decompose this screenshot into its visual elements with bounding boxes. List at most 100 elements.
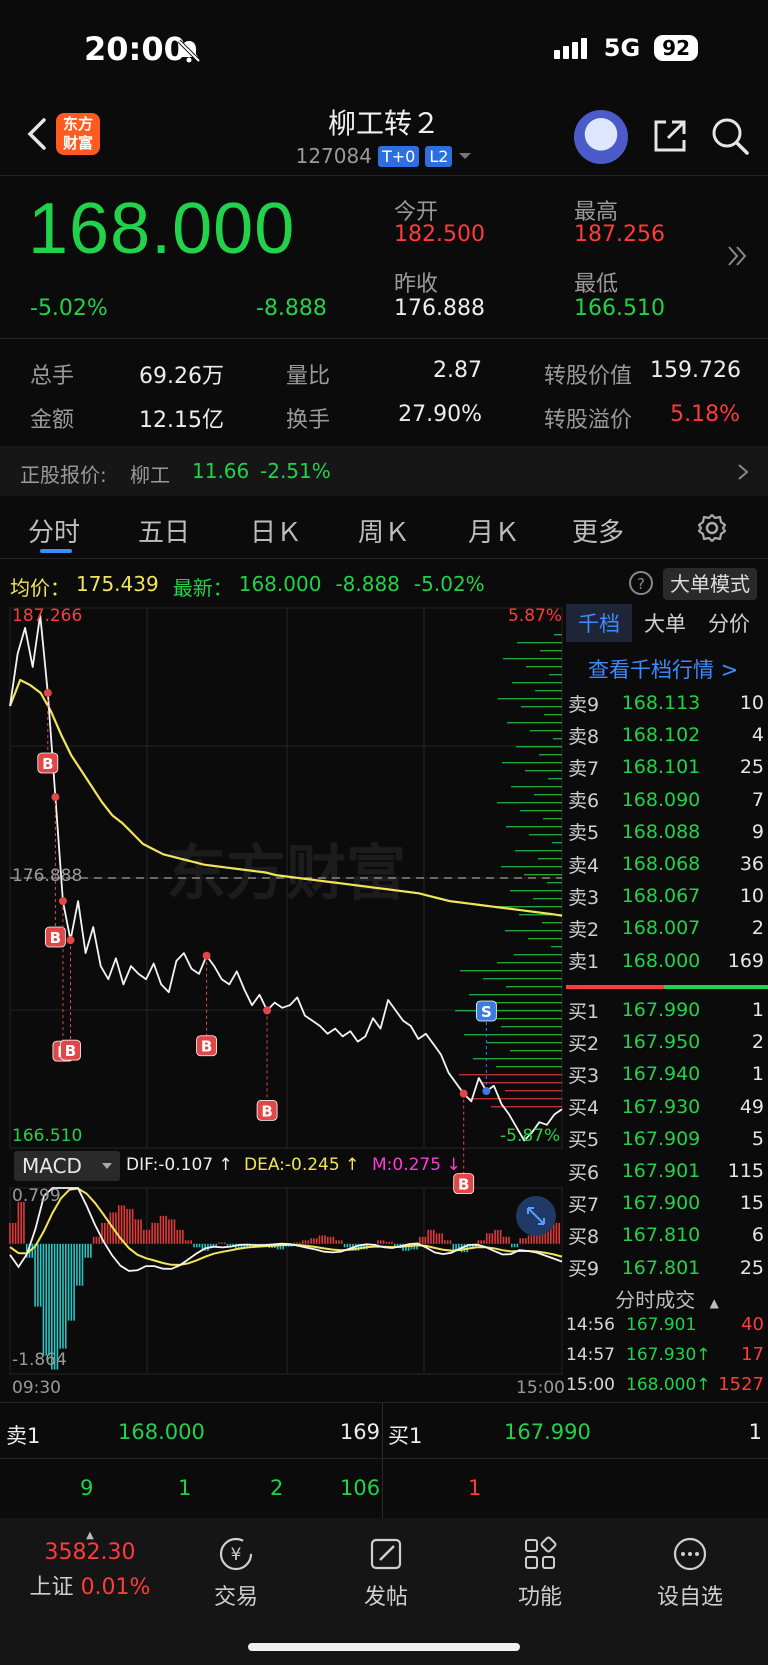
- last-label: 最新：: [172, 576, 233, 600]
- share-icon[interactable]: [650, 116, 690, 156]
- orderbook-row[interactable]: 卖1 168.000 169: [568, 945, 764, 977]
- orderbook-row[interactable]: 卖8 168.102 4: [568, 719, 764, 751]
- volume-profile-bar: [543, 818, 562, 820]
- assistant-avatar[interactable]: [574, 110, 628, 164]
- trade-marker-dot: [202, 951, 211, 960]
- nav-watchlist[interactable]: 设自选: [640, 1535, 740, 1611]
- sell-queue-item: 106: [340, 1476, 381, 1500]
- status-time: 20:00: [84, 30, 186, 68]
- volume-profile-bar: [524, 874, 562, 876]
- low-value: 166.510: [574, 296, 665, 321]
- tab-more[interactable]: 更多: [572, 512, 624, 549]
- sell-queue-item: 9: [80, 1476, 94, 1500]
- double-chevron-right-icon[interactable]: [726, 244, 748, 268]
- trade-yen-icon: ¥: [219, 1537, 253, 1571]
- orderbook-row[interactable]: 卖2 168.007 2: [568, 912, 764, 944]
- orderbook-volume: 2: [751, 917, 764, 940]
- tab-five-day[interactable]: 五日: [138, 512, 190, 549]
- tab-price-distribution[interactable]: 分价: [708, 608, 750, 638]
- help-icon[interactable]: ?: [628, 570, 654, 596]
- prev-close-label: 昨收: [394, 272, 439, 297]
- tab-thousand-levels[interactable]: 千档: [578, 608, 620, 638]
- orderbook-row[interactable]: 卖6 168.090 7: [568, 784, 764, 816]
- tab-weekly[interactable]: 周Ｋ: [358, 512, 410, 549]
- search-icon[interactable]: [710, 116, 750, 156]
- orderbook-row[interactable]: 买8 167.810 6: [568, 1219, 764, 1251]
- view-levels-link[interactable]: 查看千档行情 >: [588, 654, 738, 684]
- orderbook-row[interactable]: 买4 167.930 49: [568, 1091, 764, 1123]
- trade-marker-label: S: [481, 1003, 492, 1021]
- volume-profile-bar: [526, 666, 562, 668]
- last-price: 168.000: [28, 189, 296, 269]
- dea-label: DEA:-0.245 ↑: [244, 1155, 360, 1175]
- orderbook-price: 168.102: [621, 724, 701, 747]
- volume-profile-bar: [548, 778, 562, 780]
- indicator-select-value: MACD: [22, 1154, 82, 1178]
- orderbook-row[interactable]: 卖3 168.067 10: [568, 880, 764, 912]
- index-name: 上证: [29, 1575, 74, 1600]
- volume-profile-bar: [460, 970, 562, 972]
- orderbook-row[interactable]: 买6 167.901 115: [568, 1155, 764, 1187]
- big-order-mode-button[interactable]: 大单模式: [663, 568, 757, 600]
- intraday-chart[interactable]: 东方财富BBBBBBBS: [0, 604, 566, 1384]
- volume-profile-bar: [459, 1074, 562, 1076]
- tab-big-orders[interactable]: 大单: [644, 608, 686, 638]
- orderbook-label: 买3: [568, 1064, 600, 1087]
- orderbook-row[interactable]: 买1 167.990 1: [568, 994, 764, 1026]
- orderbook-row[interactable]: 买3 167.940 1: [568, 1058, 764, 1090]
- amount-label: 金额: [30, 408, 75, 433]
- trade-marker-label: B: [458, 1176, 469, 1194]
- volume-profile-bar: [529, 834, 562, 836]
- nav-post[interactable]: 发帖: [336, 1535, 436, 1611]
- info-pct: -5.02%: [413, 572, 485, 596]
- macd-panel-frame: [9, 1187, 563, 1375]
- tab-intraday[interactable]: 分时: [28, 512, 80, 549]
- tab-daily[interactable]: 日Ｋ: [250, 512, 302, 549]
- trades-header[interactable]: 分时成交 ▲: [566, 1284, 768, 1313]
- pct-top-label: 5.87%: [508, 606, 563, 626]
- expand-chart-button[interactable]: [516, 1196, 556, 1236]
- low-label: 最低: [574, 272, 619, 297]
- orderbook-row[interactable]: 买2 167.950 2: [568, 1026, 764, 1058]
- indicator-select[interactable]: MACD: [14, 1151, 120, 1181]
- status-indicators: 5G 92: [540, 34, 698, 62]
- volume-profile-bar: [539, 754, 562, 756]
- orderbook-volume: 9: [751, 820, 764, 843]
- orderbook-row[interactable]: 买9 167.801 25: [568, 1252, 764, 1284]
- volume-profile-bar: [498, 698, 562, 700]
- stock-quote-bar[interactable]: [0, 446, 768, 496]
- ask-bid-divider-red: [566, 985, 664, 989]
- nav-trade[interactable]: ¥ 交易: [186, 1535, 286, 1611]
- dea-line: [9, 1187, 563, 1266]
- orderbook-row[interactable]: 卖9 168.113 10: [568, 687, 764, 719]
- settings-gear-icon[interactable]: [696, 512, 728, 544]
- trade-row[interactable]: 14:57 167.930↑ 17: [566, 1344, 764, 1365]
- summary-buy-volume: 1: [748, 1420, 762, 1444]
- volume-profile-bar: [505, 1090, 562, 1092]
- y-bottom-label: 166.510: [12, 1126, 83, 1146]
- trade-price: 167.930↑: [626, 1344, 711, 1365]
- orderbook-volume: 25: [739, 756, 764, 779]
- orderbook-row[interactable]: 买7 167.900 15: [568, 1187, 764, 1219]
- orderbook-price: 167.909: [621, 1127, 701, 1150]
- index-ticker[interactable]: ▲ 3582.30 上证 0.01%: [20, 1530, 160, 1601]
- t0-tag: T+0: [377, 145, 420, 167]
- orderbook-row[interactable]: 卖5 168.088 9: [568, 816, 764, 848]
- orderbook-price: 168.090: [621, 788, 701, 811]
- tab-monthly[interactable]: 月Ｋ: [468, 512, 520, 549]
- orderbook-row[interactable]: 卖7 168.101 25: [568, 751, 764, 783]
- trade-row[interactable]: 15:00 168.000↑ 1527: [566, 1374, 764, 1395]
- nav-functions[interactable]: 功能: [490, 1535, 590, 1611]
- orderbook-label: 卖9: [568, 693, 600, 716]
- volume-profile-bar: [491, 1106, 562, 1108]
- network-label: 5G: [603, 34, 641, 62]
- orderbook-price: 167.940: [621, 1063, 701, 1086]
- macd-top-label: 0.799: [12, 1186, 61, 1206]
- trade-marker-label: B: [42, 755, 53, 773]
- conversion-value: 159.726: [650, 358, 741, 383]
- orderbook-row[interactable]: 卖4 168.068 36: [568, 848, 764, 880]
- trade-row[interactable]: 14:56 167.901 40: [566, 1314, 764, 1335]
- orderbook-row[interactable]: 买5 167.909 5: [568, 1123, 764, 1155]
- buy-queue-item: 1: [468, 1476, 482, 1500]
- nav-post-label: 发帖: [363, 1585, 408, 1610]
